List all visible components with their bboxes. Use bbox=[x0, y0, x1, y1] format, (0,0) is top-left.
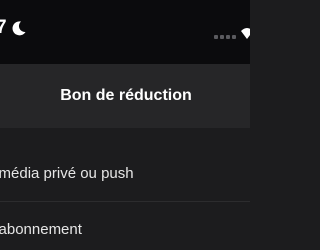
list-item-label: n média privé ou push bbox=[0, 165, 134, 182]
wifi-icon bbox=[241, 28, 250, 39]
app-screen: 7 Bon de réduction n média privé ou push… bbox=[0, 0, 250, 250]
status-bar: 7 bbox=[0, 0, 250, 64]
options-list: n média privé ou push n abonnement bbox=[0, 128, 250, 250]
navigation-bar: Bon de réduction bbox=[0, 64, 250, 128]
list-item-private-media-push[interactable]: n média privé ou push bbox=[0, 146, 250, 202]
page-title: Bon de réduction bbox=[60, 87, 192, 104]
signal-icon bbox=[214, 35, 236, 39]
list-item-label: n abonnement bbox=[0, 221, 82, 238]
moon-icon bbox=[12, 21, 26, 36]
list-item-subscription[interactable]: n abonnement bbox=[0, 202, 250, 250]
status-time: 7 bbox=[0, 17, 7, 38]
